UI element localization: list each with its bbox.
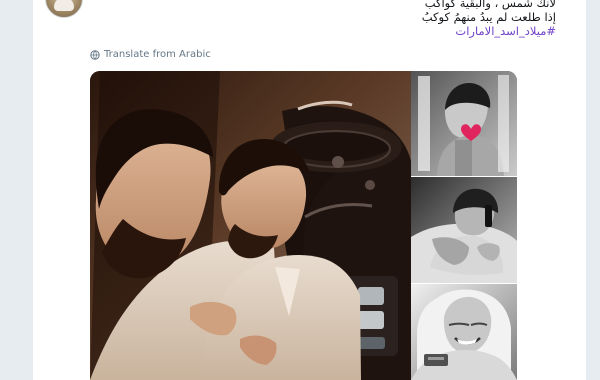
globe-icon — [90, 49, 100, 60]
translate-label: Translate from Arabic — [104, 49, 211, 60]
tweet-text: لانك شمس ، والبقية كواكب إذا طلعت لم يبد… — [296, 0, 556, 38]
child-photo[interactable] — [411, 71, 517, 176]
tweet-line-2: إذا طلعت لم يبدُ منهمُ كوكبُ — [421, 10, 556, 24]
media-grid — [90, 71, 517, 380]
hashtag-link[interactable]: #ميلاد_اسد_الامارات — [296, 24, 556, 38]
tweet-line-1: لانك شمس ، والبقية كواكب — [424, 0, 556, 10]
translate-link[interactable]: Translate from Arabic — [90, 49, 211, 60]
man-phone-photo[interactable] — [411, 177, 517, 283]
tweet-card: لانك شمس ، والبقية كواكب إذا طلعت لم يبد… — [33, 0, 586, 380]
main-photo[interactable] — [90, 71, 411, 380]
smiling-man-photo[interactable] — [411, 284, 517, 380]
avatar[interactable] — [45, 0, 83, 18]
